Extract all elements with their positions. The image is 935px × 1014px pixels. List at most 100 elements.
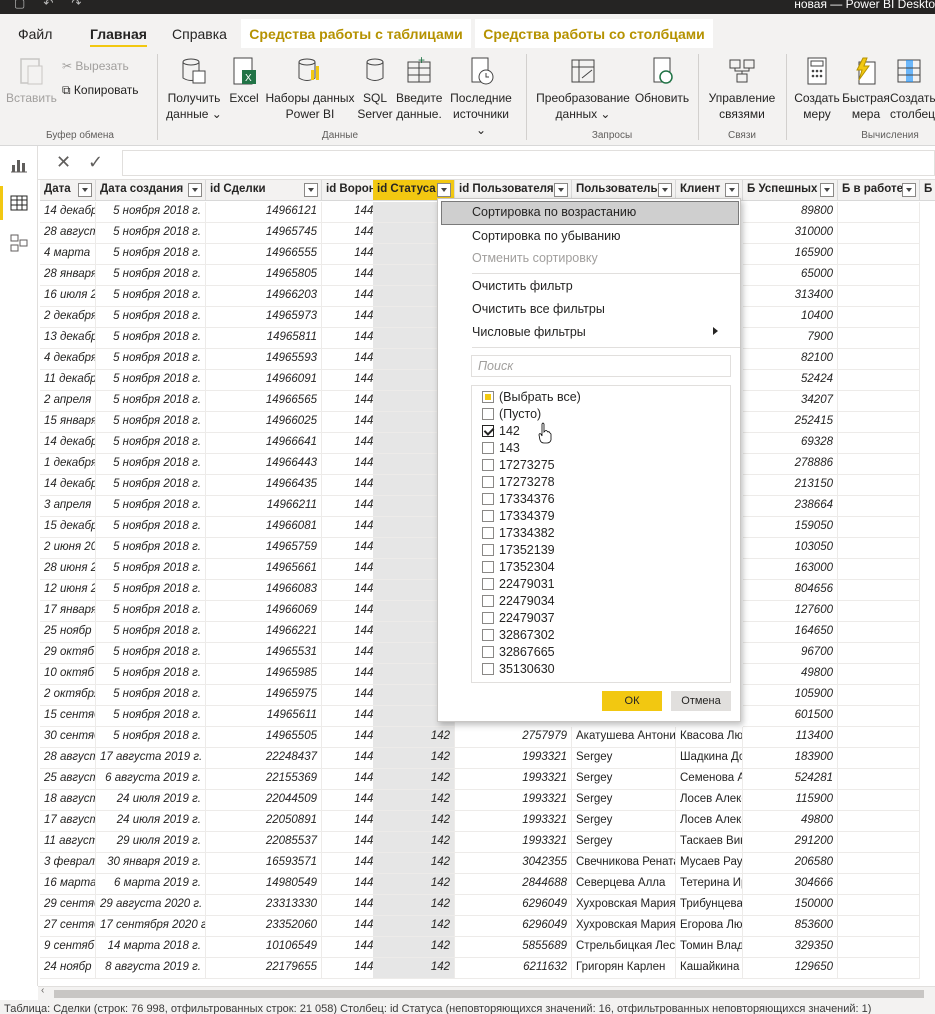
table-cell[interactable]: 291200: [743, 832, 838, 853]
table-cell[interactable]: 6296049: [455, 895, 572, 916]
table-cell[interactable]: 3 февраля: [40, 853, 96, 874]
table-cell[interactable]: 5 ноября 2018 г.: [96, 664, 206, 685]
checkbox[interactable]: [482, 527, 494, 539]
table-cell[interactable]: 164650: [743, 622, 838, 643]
scrollbar-thumb[interactable]: [54, 990, 924, 998]
table-cell[interactable]: 129650: [743, 958, 838, 979]
checkbox[interactable]: [482, 544, 494, 556]
column-header[interactable]: Б в работе: [838, 180, 920, 201]
table-cell[interactable]: 14 декабр: [40, 475, 96, 496]
table-cell[interactable]: 853600: [743, 916, 838, 937]
table-cell[interactable]: Тетерина Ир: [676, 874, 743, 895]
table-cell[interactable]: 14 декабр: [40, 202, 96, 223]
cut-button[interactable]: ✂ Вырезать: [62, 58, 129, 74]
table-cell[interactable]: [838, 433, 920, 454]
table-cell[interactable]: 5 ноября 2018 г.: [96, 223, 206, 244]
table-cell[interactable]: Sergey: [572, 811, 676, 832]
table-cell[interactable]: 2757979: [455, 727, 572, 748]
table-cell[interactable]: 14966069: [206, 601, 322, 622]
table-cell[interactable]: [838, 580, 920, 601]
table-cell[interactable]: 28 август: [40, 223, 96, 244]
table-cell[interactable]: 142: [373, 769, 455, 790]
table-cell[interactable]: [838, 937, 920, 958]
table-cell[interactable]: 103050: [743, 538, 838, 559]
table-cell[interactable]: 14966641: [206, 433, 322, 454]
checkbox[interactable]: [482, 408, 494, 420]
table-cell[interactable]: 22085537: [206, 832, 322, 853]
table-cell[interactable]: 17 август: [40, 811, 96, 832]
table-cell[interactable]: [838, 265, 920, 286]
table-cell[interactable]: 5 ноября 2018 г.: [96, 538, 206, 559]
table-cell[interactable]: 2 апреля: [40, 391, 96, 412]
table-cell[interactable]: 22044509: [206, 790, 322, 811]
table-cell[interactable]: 89800: [743, 202, 838, 223]
table-cell[interactable]: 14965975: [206, 685, 322, 706]
table-cell[interactable]: 7900: [743, 328, 838, 349]
filter-value-item[interactable]: 17273275: [482, 458, 555, 475]
table-cell[interactable]: 25 август: [40, 769, 96, 790]
table-cell[interactable]: 16 марта: [40, 874, 96, 895]
table-cell[interactable]: 25 ноябр: [40, 622, 96, 643]
table-cell[interactable]: 113400: [743, 727, 838, 748]
table-cell[interactable]: 5 ноября 2018 г.: [96, 706, 206, 727]
clear-all-filters-item[interactable]: Очистить все фильтры: [472, 302, 605, 316]
table-cell[interactable]: Таскаев Вик: [676, 832, 743, 853]
table-cell[interactable]: 12 июня 2: [40, 580, 96, 601]
table-cell[interactable]: 1993321: [455, 832, 572, 853]
table-cell[interactable]: 14966435: [206, 475, 322, 496]
table-cell[interactable]: 5 ноября 2018 г.: [96, 370, 206, 391]
column-dropdown-icon[interactable]: [658, 183, 672, 197]
table-cell[interactable]: 5 ноября 2018 г.: [96, 643, 206, 664]
table-cell[interactable]: [838, 769, 920, 790]
table-cell[interactable]: 5 ноября 2018 г.: [96, 559, 206, 580]
get-data-button[interactable]: Получить данные ⌄: [164, 56, 224, 122]
table-cell[interactable]: 2 октября: [40, 685, 96, 706]
table-cell[interactable]: 159050: [743, 517, 838, 538]
table-cell[interactable]: 49800: [743, 811, 838, 832]
quick-measure-button[interactable]: Быстрая мера: [842, 56, 890, 122]
table-cell[interactable]: 9 сентяб: [40, 937, 96, 958]
checkbox[interactable]: [482, 391, 494, 403]
table-cell[interactable]: Sergey: [572, 832, 676, 853]
filter-value-item[interactable]: 143: [482, 441, 520, 458]
column-header[interactable]: Дата: [40, 180, 96, 201]
filter-active-icon[interactable]: [437, 183, 451, 197]
table-cell[interactable]: [838, 538, 920, 559]
table-cell[interactable]: Шадкина Дс: [676, 748, 743, 769]
table-cell[interactable]: 49800: [743, 664, 838, 685]
table-cell[interactable]: 5 ноября 2018 г.: [96, 601, 206, 622]
table-cell[interactable]: Стрельбицкая Леся: [572, 937, 676, 958]
table-cell[interactable]: [838, 706, 920, 727]
table-cell[interactable]: 14966121: [206, 202, 322, 223]
table-cell[interactable]: 23313330: [206, 895, 322, 916]
table-cell[interactable]: 142: [373, 811, 455, 832]
table-cell[interactable]: 5 ноября 2018 г.: [96, 202, 206, 223]
table-cell[interactable]: 5 ноября 2018 г.: [96, 328, 206, 349]
table-cell[interactable]: 82100: [743, 349, 838, 370]
table-cell[interactable]: Sergey: [572, 790, 676, 811]
table-cell[interactable]: [838, 223, 920, 244]
table-cell[interactable]: 14965805: [206, 265, 322, 286]
table-cell[interactable]: 22155369: [206, 769, 322, 790]
table-cell[interactable]: 3042355: [455, 853, 572, 874]
sort-descending-item[interactable]: Сортировка по убыванию: [472, 229, 621, 243]
table-cell[interactable]: 14965759: [206, 538, 322, 559]
table-cell[interactable]: 2844688: [455, 874, 572, 895]
manage-relationships-button[interactable]: Управление связями: [706, 56, 778, 122]
table-cell[interactable]: 5 ноября 2018 г.: [96, 517, 206, 538]
column-dropdown-icon[interactable]: [554, 183, 568, 197]
table-cell[interactable]: 24 ноябр: [40, 958, 96, 979]
table-cell[interactable]: 278886: [743, 454, 838, 475]
table-cell[interactable]: 8 августа 2019 г.: [96, 958, 206, 979]
checkbox[interactable]: [482, 459, 494, 471]
table-cell[interactable]: 17 января: [40, 601, 96, 622]
table-cell[interactable]: [838, 328, 920, 349]
table-cell[interactable]: 22050891: [206, 811, 322, 832]
checkbox[interactable]: [482, 561, 494, 573]
table-cell[interactable]: 127600: [743, 601, 838, 622]
table-cell[interactable]: 24 июля 2019 г.: [96, 790, 206, 811]
column-dropdown-icon[interactable]: [304, 183, 318, 197]
table-cell[interactable]: [838, 958, 920, 979]
table-cell[interactable]: Кашайкина: [676, 958, 743, 979]
table-cell[interactable]: 5 ноября 2018 г.: [96, 496, 206, 517]
